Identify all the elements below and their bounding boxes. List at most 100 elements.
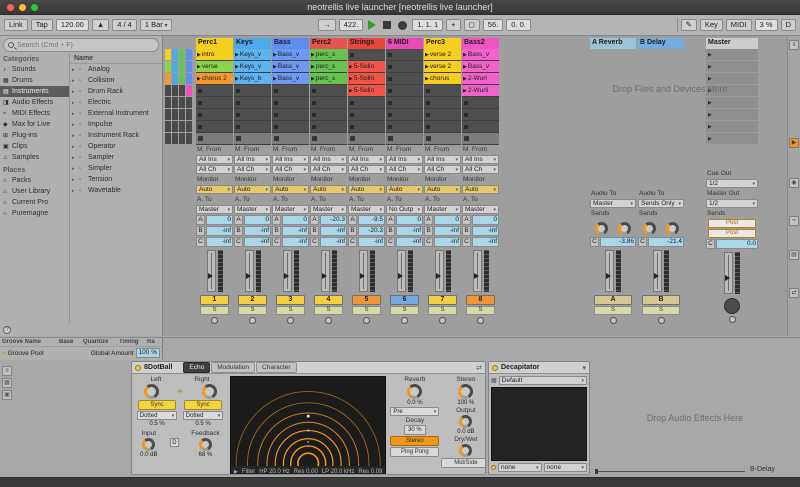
empty-clip-slot[interactable] <box>272 109 309 120</box>
dry-wet-knob[interactable] <box>459 444 472 457</box>
folded-clip-slot[interactable] <box>172 85 178 96</box>
fader-handle[interactable] <box>605 250 614 292</box>
clip-launch-icon[interactable]: ▶ <box>311 76 315 82</box>
track-title[interactable]: Perc1 <box>196 38 233 49</box>
send-c-value[interactable]: -inf <box>396 237 423 247</box>
monitor-mode[interactable]: Auto <box>386 185 423 194</box>
folded-clip-slot[interactable] <box>172 121 178 132</box>
folded-clip-slot[interactable] <box>172 73 178 84</box>
stereo-mode-button[interactable]: Stereo <box>390 436 439 446</box>
scene-launch-icon[interactable]: ▶ <box>708 100 712 106</box>
sidebar-item-instruments[interactable]: ▤Instruments <box>0 86 69 97</box>
input-channel-chooser[interactable]: All Ch <box>348 165 385 174</box>
arm-button[interactable] <box>401 317 408 324</box>
clip-launch-icon[interactable]: ▶ <box>463 64 467 70</box>
bank-menu-2[interactable]: none <box>544 463 588 472</box>
cue-button[interactable] <box>729 316 736 323</box>
duck-toggle[interactable]: D <box>170 438 179 447</box>
clip-launch-icon[interactable]: ▶ <box>311 64 315 70</box>
volume-fader[interactable] <box>386 248 423 294</box>
hp-resonance-value[interactable]: Res 0.00 <box>294 469 318 475</box>
clip[interactable]: ▶Bass_v <box>272 61 309 72</box>
browser-item-analog[interactable]: ▸▫Analog <box>70 64 162 75</box>
device-activator-icon[interactable] <box>135 365 141 371</box>
sidebar-item-drums[interactable]: ▦Drums <box>0 75 69 86</box>
browser-item-simpler[interactable]: ▸▫Simpler <box>70 163 162 174</box>
sidebar-item-clips[interactable]: ▣Clips <box>0 141 69 152</box>
clip[interactable]: ▶2-Wurli <box>462 85 499 96</box>
send-b-value[interactable]: -20.3 <box>358 226 385 236</box>
volume-fader[interactable] <box>348 248 385 294</box>
send-c-value[interactable]: -inf <box>282 237 309 247</box>
send-c-value[interactable]: -inf <box>358 237 385 247</box>
device-view-icon[interactable]: ▦ <box>2 378 12 388</box>
send-b-value[interactable]: -inf <box>282 226 309 236</box>
sidebar-item-samples[interactable]: ♫Samples <box>0 152 69 163</box>
preview-volume-knob[interactable] <box>724 298 740 314</box>
hp-frequency-value[interactable]: HP 20.0 Hz <box>259 469 290 475</box>
send-c-value[interactable]: -21.4 <box>648 237 684 247</box>
folded-clip-slot[interactable] <box>186 97 192 108</box>
input-channel-chooser[interactable]: All Ch <box>386 165 423 174</box>
input-gain-value[interactable]: 0.0 dB <box>140 452 157 458</box>
track-activator[interactable]: 1 <box>200 295 229 305</box>
empty-clip-slot[interactable] <box>348 121 385 132</box>
arm-button[interactable] <box>477 317 484 324</box>
return-activator[interactable]: A <box>594 295 632 305</box>
metronome-icon[interactable]: ▲ <box>92 19 109 31</box>
folded-clip-slot[interactable] <box>186 109 192 120</box>
right-delay-knob[interactable] <box>202 384 217 399</box>
return-activator[interactable]: B <box>642 295 680 305</box>
slider-handle[interactable] <box>595 469 598 474</box>
browser-item-tension[interactable]: ▸▫Tension <box>70 174 162 185</box>
arm-button[interactable] <box>287 317 294 324</box>
expand-icon[interactable]: ▸ <box>72 177 77 183</box>
clip-launch-icon[interactable]: ▶ <box>235 64 239 70</box>
send-a-value[interactable]: 0 <box>472 215 499 225</box>
solo-button[interactable]: S <box>428 306 457 315</box>
expand-icon[interactable]: ▸ <box>72 67 77 73</box>
output-route-chooser[interactable]: No Outp <box>386 205 423 214</box>
hot-swap-icon[interactable]: ⇄ <box>476 364 482 372</box>
clip-stop-button[interactable] <box>196 133 233 144</box>
scene-launch-icon[interactable]: ▶ <box>708 64 712 70</box>
send-a-knob[interactable] <box>595 222 608 235</box>
folded-clip-slot[interactable] <box>179 109 185 120</box>
folded-clip-slot[interactable] <box>179 121 185 132</box>
sidebar-item-user-library[interactable]: ⌂User Library <box>0 186 69 197</box>
empty-clip-slot[interactable] <box>462 97 499 108</box>
folded-clip-slot[interactable] <box>165 97 171 108</box>
track-title[interactable]: 6 MIDI <box>386 38 423 49</box>
send-c-value[interactable]: -inf <box>472 237 499 247</box>
clip-launch-icon[interactable]: ▶ <box>463 52 467 58</box>
browser-item-instrument-rack[interactable]: ▸▫Instrument Rack <box>70 130 162 141</box>
scene-launch-icon[interactable]: ▶ <box>708 124 712 130</box>
scene-launch-icon[interactable]: ▶ <box>708 88 712 94</box>
fader-handle[interactable] <box>245 250 254 292</box>
decay-value[interactable]: 30 % <box>404 425 426 435</box>
arm-button[interactable] <box>363 317 370 324</box>
sidebar-item-plug-ins[interactable]: ⊞Plug-ins <box>0 130 69 141</box>
monitor-mode[interactable]: Auto <box>196 185 233 194</box>
tab-modulation[interactable]: Modulation <box>211 362 255 373</box>
folded-clip-slot[interactable] <box>179 85 185 96</box>
empty-clip-slot[interactable] <box>386 85 423 96</box>
tab-echo[interactable]: Echo <box>183 362 210 373</box>
folded-clip-slot[interactable] <box>186 121 192 132</box>
folded-clip-slot[interactable] <box>179 73 185 84</box>
expand-icon[interactable]: ▸ <box>72 188 77 194</box>
output-route-chooser[interactable]: Master <box>234 205 271 214</box>
folded-clip-slot[interactable] <box>165 49 171 60</box>
clip-stop-button[interactable] <box>310 133 347 144</box>
track-activator[interactable]: 7 <box>428 295 457 305</box>
tab-character[interactable]: Character <box>256 362 297 373</box>
clip[interactable]: ▶verse 2 <box>424 61 461 72</box>
clip-launch-icon[interactable]: ▶ <box>197 64 201 70</box>
reverb-position-menu[interactable]: Pre <box>390 407 439 416</box>
expand-icon[interactable]: ▸ <box>72 111 77 117</box>
send-c-value[interactable]: -inf <box>244 237 271 247</box>
empty-clip-slot[interactable] <box>424 109 461 120</box>
arm-button[interactable] <box>658 317 665 324</box>
clip[interactable]: ▶Bass_v <box>462 61 499 72</box>
scene-slot[interactable]: ▶ <box>706 49 758 60</box>
